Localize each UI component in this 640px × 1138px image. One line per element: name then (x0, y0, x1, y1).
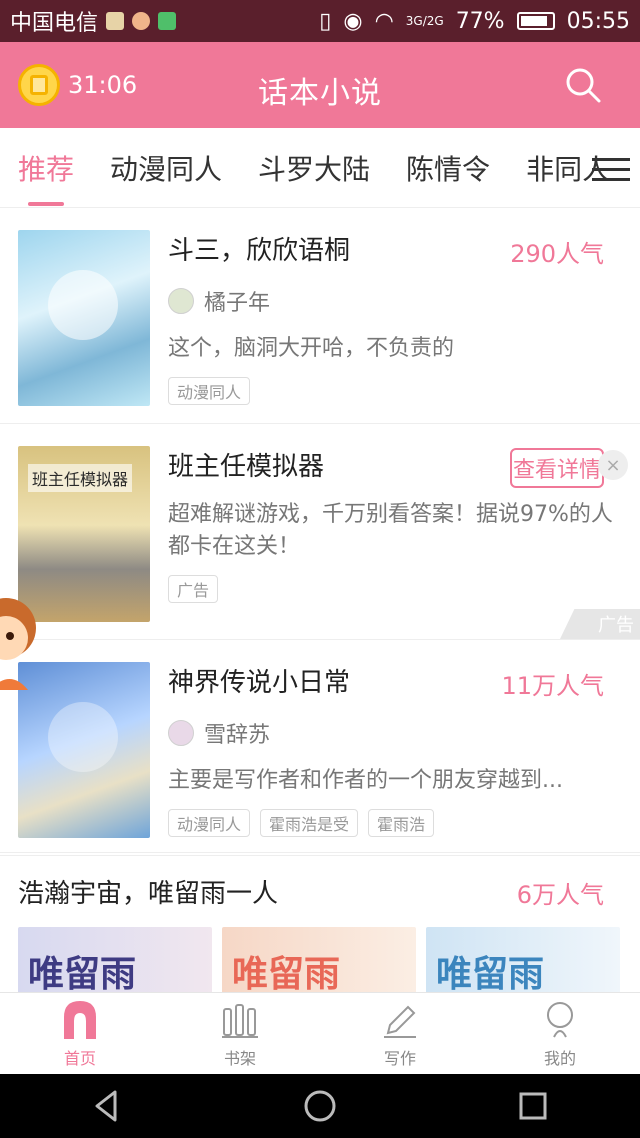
featured-popularity: 6万人气 (516, 881, 604, 909)
ad-cover[interactable]: 班主任模拟器 (18, 446, 150, 622)
nav-profile[interactable]: 我的 (480, 993, 640, 1074)
author-row[interactable]: 橘子年 (168, 285, 622, 317)
tab-douluo[interactable]: 斗罗大陆 (258, 148, 370, 188)
book-cover[interactable] (18, 230, 150, 406)
view-details-button[interactable]: 查看详情 (510, 448, 604, 488)
battery-icon (516, 12, 555, 30)
wifi-icon: ◠ (374, 8, 394, 34)
vibrate-icon: ▯ (319, 8, 332, 34)
home-icon (64, 1000, 96, 1039)
tag-list: 动漫同人 霍雨浩是受 霍雨浩 (168, 809, 622, 837)
book-list: 斗三，欣欣语桐 橘子年 这个，脑洞大开哈，不负责的 动漫同人 290人气 班主任… (0, 208, 640, 856)
popularity: 290人气 (510, 240, 604, 268)
tag[interactable]: 霍雨浩是受 (260, 809, 359, 837)
face-notification-icon (132, 12, 151, 30)
category-tabs: 推荐 动漫同人 斗罗大陆 陈情令 非同人 (0, 128, 640, 208)
featured-book[interactable]: 浩瀚宇宙，唯留雨一人 6万人气 唯留雨 唯留雨 唯留雨 (0, 852, 640, 997)
nav-bookshelf[interactable]: 书架 (160, 993, 320, 1074)
ad-label: 广告 (560, 609, 640, 639)
bottom-navigation: 首页 书架 写作 我的 (0, 992, 640, 1074)
tag-list: 广告 (168, 575, 622, 603)
app-notification-icon (106, 12, 125, 30)
search-icon[interactable] (564, 66, 602, 104)
book-desc: 这个，脑洞大开哈，不负责的 (168, 336, 455, 361)
nav-write[interactable]: 写作 (320, 993, 480, 1074)
author-name: 雪辞苏 (204, 723, 271, 748)
tab-chenqingling[interactable]: 陈情令 (406, 148, 490, 188)
tag[interactable]: 动漫同人 (168, 809, 251, 837)
book-card[interactable]: 神界传说小日常 雪辞苏 主要是写作者和作者的一个朋友穿越到... 动漫同人 霍雨… (0, 640, 640, 856)
nav-label: 我的 (543, 1048, 576, 1068)
app-bar: 31:06 话本小说 (0, 42, 640, 128)
tab-recommend[interactable]: 推荐 (18, 148, 74, 206)
featured-image[interactable]: 唯留雨 (18, 927, 212, 997)
tab-anime-fanfic[interactable]: 动漫同人 (110, 148, 222, 188)
ad-cover-text: 班主任模拟器 (28, 464, 133, 492)
menu-icon[interactable] (592, 156, 630, 184)
pen-icon (384, 1005, 416, 1038)
eye-icon: ◉ (343, 8, 363, 34)
system-navigation (0, 1074, 640, 1138)
ad-desc: 超难解谜游戏，千万别看答案！据说97%的人都卡在这关！ (168, 502, 613, 559)
featured-image[interactable]: 唯留雨 (426, 927, 620, 997)
home-button-icon[interactable] (298, 1084, 342, 1128)
featured-image[interactable]: 唯留雨 (222, 927, 416, 997)
featured-title[interactable]: 浩瀚宇宙，唯留雨一人 (18, 873, 278, 910)
battery-label: 77% (455, 8, 505, 34)
network-label: 3G/2G (405, 14, 444, 28)
game-notification-icon (158, 12, 177, 30)
author-name: 橘子年 (204, 291, 271, 316)
back-icon[interactable] (85, 1084, 129, 1128)
tag-list: 动漫同人 (168, 377, 622, 405)
tag[interactable]: 动漫同人 (168, 377, 251, 405)
ad-tag: 广告 (168, 575, 219, 603)
profile-icon (547, 1001, 573, 1037)
carrier-label: 中国电信 (10, 11, 99, 36)
clock-label: 05:55 (566, 8, 630, 34)
book-desc: 主要是写作者和作者的一个朋友穿越到... (168, 768, 563, 793)
author-avatar (168, 720, 194, 746)
status-bar: 中国电信 ▯ ◉ ◠ 3G/2G 77% 05:55 (0, 0, 640, 42)
author-avatar (168, 288, 194, 314)
book-card[interactable]: 斗三，欣欣语桐 橘子年 这个，脑洞大开哈，不负责的 动漫同人 290人气 (0, 208, 640, 424)
bookshelf-icon (222, 1003, 258, 1038)
close-icon[interactable]: × (598, 450, 628, 480)
tag[interactable]: 霍雨浩 (368, 809, 435, 837)
nav-label: 书架 (223, 1048, 256, 1068)
nav-home[interactable]: 首页 (0, 993, 160, 1074)
nav-label: 首页 (63, 1048, 96, 1068)
author-row[interactable]: 雪辞苏 (168, 717, 622, 749)
popularity: 11万人气 (501, 672, 604, 700)
featured-images: 唯留雨 唯留雨 唯留雨 (18, 927, 620, 997)
nav-label: 写作 (383, 1048, 416, 1068)
recent-apps-icon[interactable] (511, 1084, 555, 1128)
mascot-icon[interactable] (0, 598, 52, 718)
app-title: 话本小说 (258, 76, 382, 111)
ad-card[interactable]: 班主任模拟器 班主任模拟器 超难解谜游戏，千万别看答案！据说97%的人都卡在这关… (0, 424, 640, 640)
